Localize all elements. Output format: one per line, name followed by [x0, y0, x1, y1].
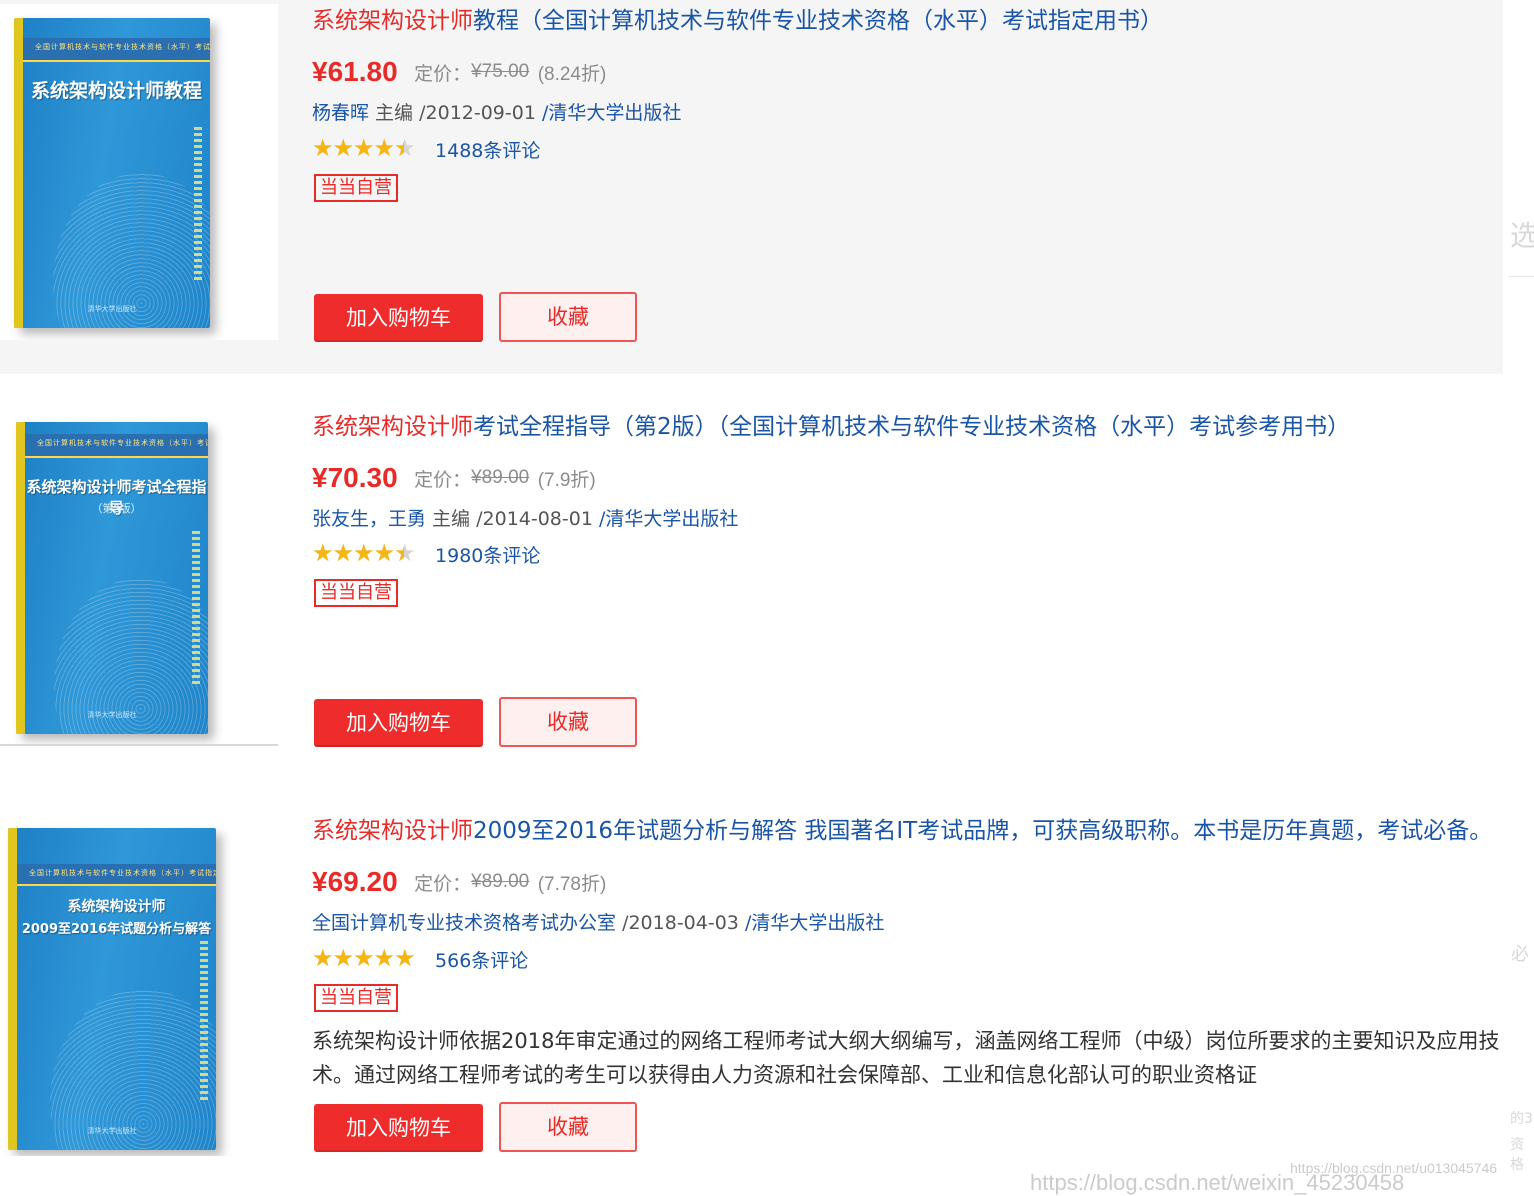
self-operated-badge: 当当自营 [314, 174, 398, 202]
title-keyword: 系统架构设计师 [312, 414, 473, 440]
author-publisher-line: 张友生，王勇 主编 /2014-08-01 /清华大学出版社 [312, 504, 738, 531]
price-row: ¥61.80 定价：¥75.00 (8.24折) [312, 56, 606, 88]
publisher-link[interactable]: /清华大学出版社 [542, 102, 681, 124]
rating-row: ★★★★★ ★★★★★ 566条评论 [312, 944, 528, 974]
book-cover-image[interactable]: 全国计算机技术与软件专业技术资格（水平）考试指定用书 系统架构设计师教程 清华大… [0, 4, 278, 340]
discount-rate: (7.78折) [537, 873, 607, 895]
publisher-link[interactable]: /清华大学出版社 [599, 508, 738, 530]
product-item: 全国计算机技术与软件专业技术资格（水平）考试指定用书 系统架构设计师教程 清华大… [0, 0, 1503, 374]
side-fragment: 选 [1510, 219, 1534, 252]
title-text: 教程（全国计算机技术与软件专业技术资格（水平）考试指定用书） [473, 8, 1163, 34]
author-link[interactable]: 全国计算机专业技术资格考试办公室 [312, 912, 616, 934]
book-cover-image[interactable]: 全国计算机技术与软件专业技术资格（水平）考试参考用书 系统架构设计师考试全程指导… [0, 396, 278, 746]
list-price-label: 定价： [414, 872, 472, 895]
add-to-cart-button[interactable]: 加入购物车 [314, 294, 483, 342]
title-keyword: 系统架构设计师 [312, 8, 473, 34]
publish-date: /2014-08-01 [476, 508, 599, 530]
title-text: 考试全程指导（第2版）（全国计算机技术与软件专业技术资格（水平）考试参考用书） [473, 414, 1351, 440]
sale-price: ¥70.30 [312, 462, 398, 493]
self-operated-badge: 当当自营 [314, 984, 398, 1012]
product-title-link[interactable]: 系统架构设计师考试全程指导（第2版）（全国计算机技术与软件专业技术资格（水平）考… [312, 412, 1350, 442]
self-operated-badge: 当当自营 [314, 579, 398, 607]
product-title-link[interactable]: 系统架构设计师教程（全国计算机技术与软件专业技术资格（水平）考试指定用书） [312, 6, 1163, 36]
product-description: 系统架构设计师依据2018年审定通过的网络工程师考试大纲大纲编写，涵盖网络工程师… [312, 1029, 1500, 1087]
list-price-label: 定价： [414, 62, 472, 85]
list-price: ¥89.00 [471, 467, 530, 488]
sale-price: ¥61.80 [312, 56, 398, 87]
side-fragment: 必 [1511, 944, 1529, 965]
book-cover-art: 全国计算机技术与软件专业技术资格（水平）考试指定用书 系统架构设计师教程 清华大… [14, 18, 210, 328]
sale-price: ¥69.20 [312, 866, 398, 897]
title-keyword: 系统架构设计师 [312, 818, 473, 844]
list-price-label: 定价： [414, 468, 472, 491]
reviews-link[interactable]: 566条评论 [435, 950, 528, 972]
add-to-cart-button[interactable]: 加入购物车 [314, 699, 483, 747]
price-row: ¥70.30 定价：¥89.00 (7.9折) [312, 462, 596, 494]
author-role: 主编 [369, 102, 420, 124]
discount-rate: (7.9折) [537, 469, 596, 491]
star-rating: ★★★★★★★★★★ [312, 945, 416, 972]
book-cover-image[interactable]: 全国计算机技术与软件专业技术资格（水平）考试指定用书 系统架构设计师 2009至… [0, 800, 278, 1156]
price-row: ¥69.20 定价：¥89.00 (7.78折) [312, 866, 606, 898]
rating-row: ★★★★★★★★★★ 1488条评论 [312, 134, 540, 164]
favorite-button[interactable]: 收藏 [499, 292, 637, 342]
side-fragment: 的3 [1510, 1111, 1533, 1127]
book-cover-art: 全国计算机技术与软件专业技术资格（水平）考试指定用书 系统架构设计师 2009至… [8, 828, 216, 1150]
favorite-button[interactable]: 收藏 [499, 697, 637, 747]
discount-rate: (8.24折) [537, 63, 607, 85]
book-cover-art: 全国计算机技术与软件专业技术资格（水平）考试参考用书 系统架构设计师考试全程指导… [16, 422, 208, 734]
watermark: https://blog.csdn.net/weixin_45230458 [1030, 1170, 1405, 1195]
favorite-button[interactable]: 收藏 [499, 1102, 637, 1152]
reviews-link[interactable]: 1488条评论 [435, 140, 540, 162]
author-publisher-line: 杨春晖 主编 /2012-09-01 /清华大学出版社 [312, 98, 681, 125]
author-link[interactable]: 张友生，王勇 [312, 508, 426, 530]
author-role: 主编 [426, 508, 477, 530]
star-rating: ★★★★★★★★★★ [312, 540, 416, 567]
publisher-link[interactable]: /清华大学出版社 [745, 912, 884, 934]
reviews-link[interactable]: 1980条评论 [435, 545, 540, 567]
product-item: 全国计算机技术与软件专业技术资格（水平）考试指定用书 系统架构设计师 2009至… [0, 790, 1503, 1188]
rating-row: ★★★★★★★★★★ 1980条评论 [312, 539, 540, 569]
product-item: 全国计算机技术与软件专业技术资格（水平）考试参考用书 系统架构设计师考试全程指导… [0, 384, 1503, 784]
author-publisher-line: 全国计算机专业技术资格考试办公室 /2018-04-03 /清华大学出版社 [312, 908, 884, 935]
star-rating: ★★★★★★★★★★ [312, 135, 416, 162]
list-price: ¥75.00 [471, 61, 530, 82]
add-to-cart-button[interactable]: 加入购物车 [314, 1104, 483, 1152]
title-text: 2009至2016年试题分析与解答 我国著名IT考试品牌，可获高级职称。本书是历… [473, 818, 1493, 844]
product-title-link[interactable]: 系统架构设计师2009至2016年试题分析与解答 我国著名IT考试品牌，可获高级… [312, 816, 1492, 846]
side-fragment: 资格 [1510, 1137, 1524, 1173]
list-price: ¥89.00 [471, 871, 530, 892]
publish-date: /2018-04-03 [622, 912, 745, 934]
author-link[interactable]: 杨春晖 [312, 102, 369, 124]
side-divider [1508, 276, 1534, 277]
publish-date: /2012-09-01 [419, 102, 542, 124]
